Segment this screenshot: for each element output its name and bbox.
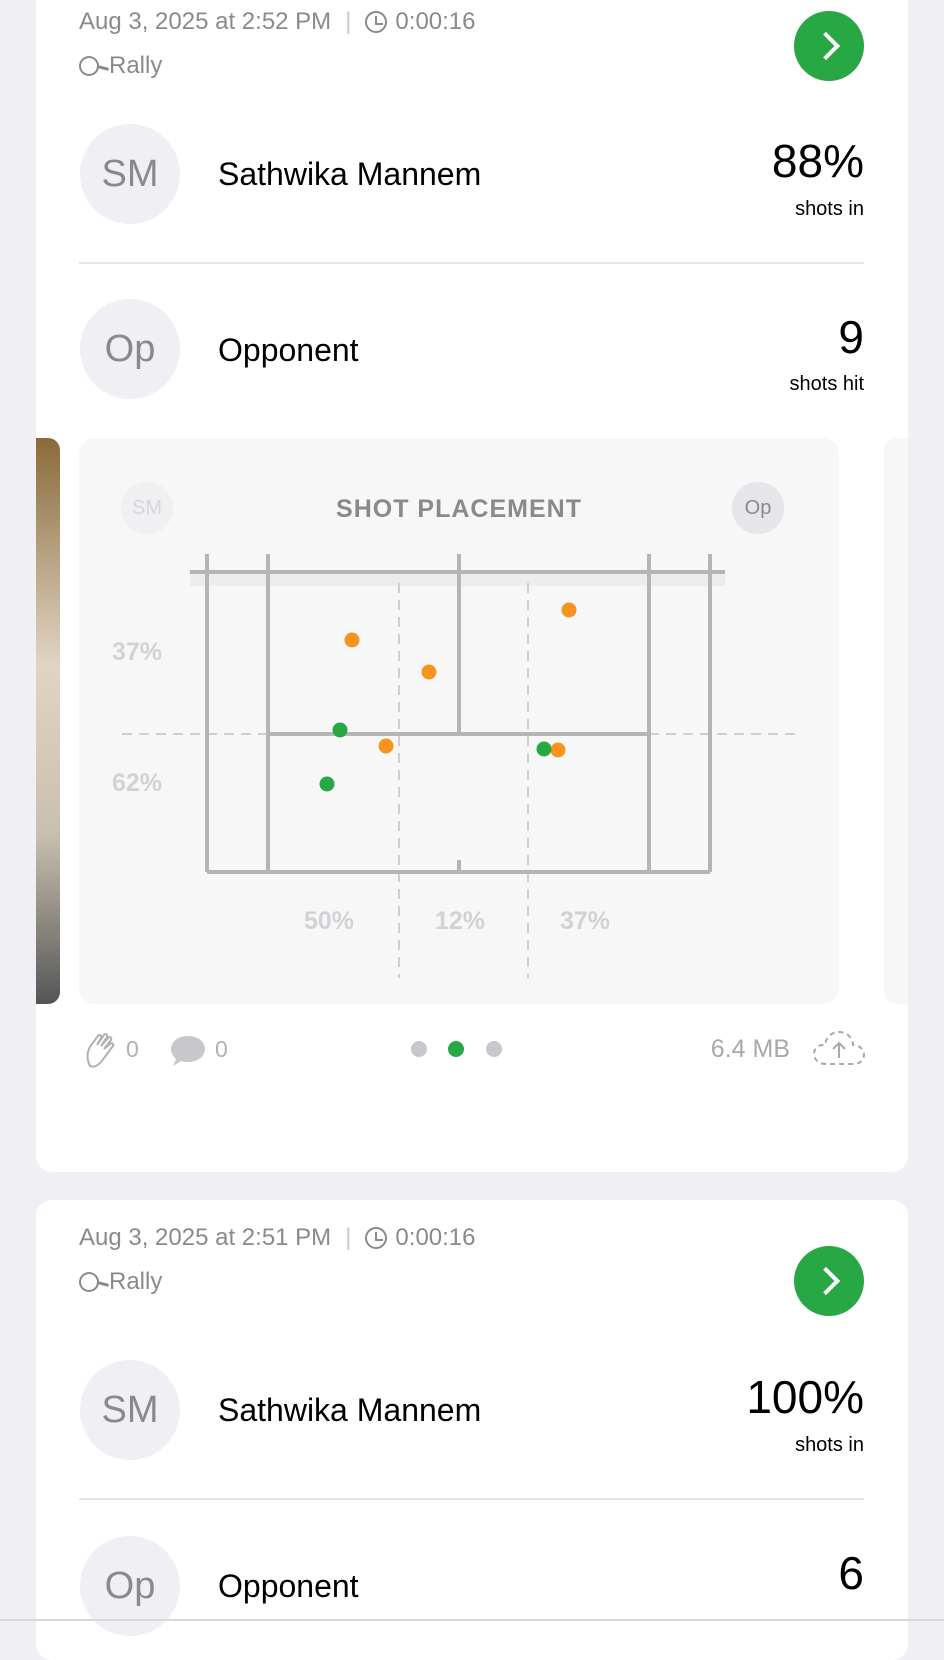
col-label-right: 37%	[560, 907, 611, 935]
cloud-upload-icon[interactable]	[812, 1028, 866, 1068]
previous-slide-video-thumbnail[interactable]	[36, 438, 60, 1004]
meta-separator: |	[345, 8, 352, 35]
session-meta: Aug 3, 2025 at 2:51 PM | 0:00:16	[79, 1224, 476, 1252]
player-shot-marker	[536, 741, 552, 757]
player-avatar: SM	[80, 124, 180, 224]
opponent-stat-value: 9	[838, 311, 864, 363]
opponent-avatar: Op	[80, 299, 180, 399]
session-activity: Rally	[75, 52, 163, 80]
chevron-right-icon	[811, 31, 841, 61]
col-label-center: 12%	[435, 907, 486, 935]
opponent-name: Opponent	[218, 1568, 359, 1604]
opponent-stat-value: 6	[838, 1547, 864, 1599]
session-card[interactable]: Aug 3, 2025 at 2:51 PM | 0:00:16 Rally S…	[36, 1200, 908, 1660]
player-stat-value: 88%	[771, 135, 864, 187]
player-name: Sathwika Mannem	[218, 1392, 482, 1428]
tennis-racket-icon	[75, 1268, 103, 1296]
chevron-right-icon	[811, 1266, 841, 1296]
opponent-shot-marker	[378, 738, 394, 754]
shot-markers	[319, 602, 577, 792]
open-session-button[interactable]	[794, 1246, 864, 1316]
card-footer: 0 0 6.4 MB	[36, 1024, 908, 1074]
session-duration: 0:00:16	[395, 8, 476, 35]
session-card[interactable]: Aug 3, 2025 at 2:52 PM | 0:00:16 Rally S…	[36, 0, 908, 1172]
page-dot[interactable]	[486, 1041, 502, 1057]
player-stat-caption: shots in	[795, 1434, 864, 1456]
file-size: 6.4 MB	[710, 1035, 790, 1063]
comment-count: 0	[215, 1036, 228, 1062]
shot-placement-card[interactable]: SM SHOT PLACEMENT Op 37% 62% 50% 12% 37%	[79, 438, 839, 1004]
opponent-shot-marker	[550, 742, 566, 758]
clock-icon	[365, 11, 388, 33]
opponent-avatar: Op	[80, 1536, 180, 1636]
row-label-top: 37%	[112, 638, 163, 666]
session-date: Aug 3, 2025 at 2:52 PM	[79, 8, 332, 35]
row-label-bottom: 62%	[112, 769, 163, 797]
tennis-racket-icon	[75, 52, 103, 80]
activity-label: Rally	[109, 52, 163, 79]
session-meta: Aug 3, 2025 at 2:52 PM | 0:00:16	[79, 8, 476, 36]
open-session-button[interactable]	[794, 11, 864, 81]
divider	[79, 1498, 864, 1500]
clock-icon	[365, 1227, 388, 1249]
page-dot[interactable]	[411, 1041, 427, 1057]
player-stat-caption: shots in	[795, 198, 864, 220]
player-shot-marker	[319, 776, 335, 792]
player-stat-value: 100%	[746, 1371, 864, 1423]
session-duration: 0:00:16	[395, 1224, 476, 1251]
clap-count: 0	[126, 1036, 139, 1062]
player-avatar: SM	[80, 1360, 180, 1460]
page-dot-active[interactable]	[448, 1041, 464, 1057]
comment-icon[interactable]	[169, 1034, 207, 1068]
activity-label: Rally	[109, 1268, 163, 1295]
next-slide-preview[interactable]	[884, 438, 908, 1004]
session-date: Aug 3, 2025 at 2:51 PM	[79, 1224, 332, 1251]
opponent-shot-marker	[561, 602, 577, 618]
meta-separator: |	[345, 1224, 352, 1251]
clap-icon[interactable]	[84, 1030, 118, 1068]
player-name: Sathwika Mannem	[218, 156, 482, 192]
court-lines	[190, 554, 725, 874]
opponent-shot-marker	[421, 664, 437, 680]
divider	[79, 262, 864, 264]
opponent-stat-caption: shots hit	[789, 373, 864, 395]
player-shot-marker	[332, 722, 348, 738]
opponent-shot-marker	[344, 632, 360, 648]
col-label-left: 50%	[304, 907, 355, 935]
opponent-name: Opponent	[218, 332, 359, 368]
session-activity: Rally	[75, 1268, 163, 1296]
